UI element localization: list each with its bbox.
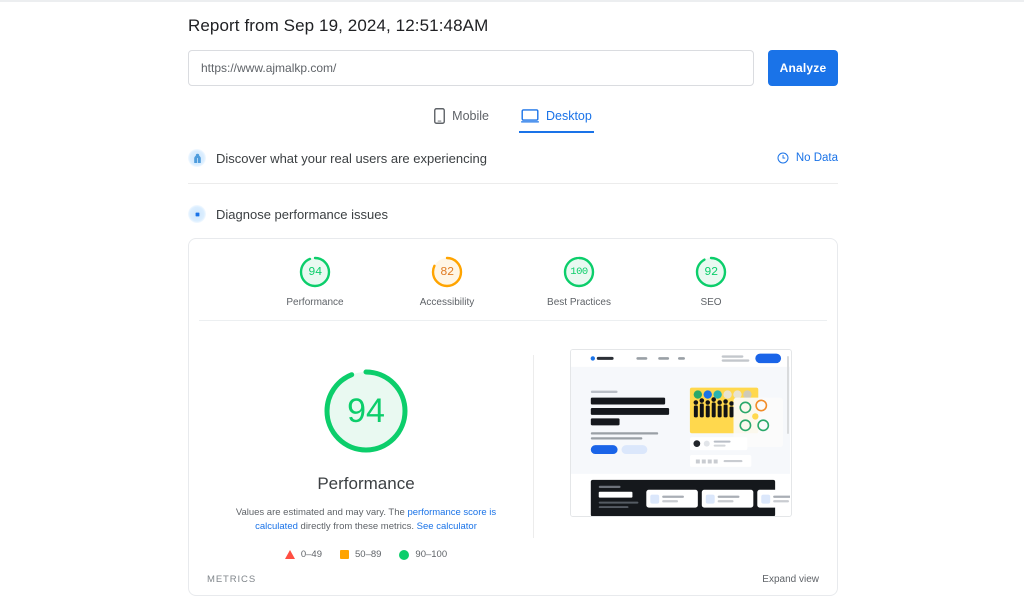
field-data-section-header: Discover what your real users are experi… xyxy=(188,133,838,184)
analyze-button[interactable]: Analyze xyxy=(768,50,838,86)
performance-label: Performance xyxy=(317,474,415,493)
performance-gauge: 94 xyxy=(318,363,414,459)
form-factor-tabs: Mobile Desktop xyxy=(188,106,838,133)
url-input[interactable] xyxy=(188,50,754,86)
legend-item-low: 0–49 xyxy=(284,549,322,560)
url-analyze-row: Analyze xyxy=(188,50,838,86)
lab-data-label: Diagnose performance issues xyxy=(216,206,388,222)
gauge-seo[interactable]: 92 SEO xyxy=(663,255,759,308)
thumbnail-scrollbar xyxy=(786,356,789,434)
disclaimer-text-pre: Values are estimated and may vary. The xyxy=(235,507,408,518)
gauge-seo-ring: 92 xyxy=(694,255,728,289)
triangle-icon xyxy=(284,550,295,559)
square-icon xyxy=(340,550,349,559)
category-gauges: 94 Performance 82 Accessibility 100 Best… xyxy=(189,239,837,321)
field-data-status[interactable]: No Data xyxy=(777,152,838,164)
gauge-performance-label: Performance xyxy=(286,297,344,308)
field-data-label: Discover what your real users are experi… xyxy=(216,150,487,166)
legend-item-high: 90–100 xyxy=(399,549,447,560)
gauge-best-practices[interactable]: 100 Best Practices xyxy=(531,255,627,308)
metrics-bar: METRICS Expand view xyxy=(189,560,837,595)
circle-icon xyxy=(399,549,410,560)
performance-score: 94 xyxy=(347,391,385,430)
thumbnail-image xyxy=(570,350,791,516)
legend-label-high: 90–100 xyxy=(415,549,448,560)
disclaimer-text-mid: directly from these metrics. xyxy=(297,521,417,532)
gauge-accessibility[interactable]: 82 Accessibility xyxy=(399,255,495,308)
gauge-accessibility-label: Accessibility xyxy=(419,297,475,308)
gauge-seo-label: SEO xyxy=(700,297,722,308)
score-legend: 0–49 50–89 90–100 xyxy=(284,549,447,560)
gauge-best-practices-ring: 100 xyxy=(562,255,596,289)
gauge-seo-score: 92 xyxy=(704,265,718,279)
desktop-icon xyxy=(520,109,539,123)
pagespeed-insights-page: Report from Sep 19, 2024, 12:51:48AM Ana… xyxy=(0,0,1024,596)
page-screenshot-thumbnail xyxy=(569,349,792,517)
main-content: Report from Sep 19, 2024, 12:51:48AM Ana… xyxy=(188,2,838,596)
lighthouse-result-card: 94 Performance 82 Accessibility 100 Best… xyxy=(188,238,838,596)
lab-data-section-header: Diagnose performance issues xyxy=(188,194,838,234)
legend-label-low: 0–49 xyxy=(300,549,322,560)
lighthouse-icon xyxy=(188,205,206,223)
gauge-best-practices-score: 100 xyxy=(570,266,588,278)
card-body: 94 Performance Values are estimated and … xyxy=(189,321,837,560)
card-body-divider xyxy=(533,355,534,538)
users-icon xyxy=(188,149,206,167)
performance-disclaimer: Values are estimated and may vary. The p… xyxy=(221,506,511,534)
gauge-performance-score: 94 xyxy=(308,265,322,279)
see-calculator-link[interactable]: See calculator xyxy=(417,521,477,532)
info-icon xyxy=(777,152,789,164)
gauge-best-practices-label: Best Practices xyxy=(547,297,611,308)
legend-label-mid: 50–89 xyxy=(355,549,382,560)
gauge-performance[interactable]: 94 Performance xyxy=(267,255,363,308)
gauge-accessibility-score: 82 xyxy=(440,265,454,279)
tab-desktop-label: Desktop xyxy=(545,109,592,123)
performance-summary: 94 Performance Values are estimated and … xyxy=(207,345,525,560)
tab-mobile-label: Mobile xyxy=(452,109,489,123)
tab-mobile[interactable]: Mobile xyxy=(432,106,491,133)
field-data-status-label: No Data xyxy=(795,152,838,164)
page-title: Report from Sep 19, 2024, 12:51:48AM xyxy=(188,16,489,35)
gauge-performance-ring: 94 xyxy=(298,255,332,289)
screenshot-panel xyxy=(542,345,819,560)
legend-item-mid: 50–89 xyxy=(340,549,381,560)
tab-desktop[interactable]: Desktop xyxy=(518,106,594,133)
gauge-accessibility-ring: 82 xyxy=(430,255,464,289)
mobile-icon xyxy=(434,108,446,124)
